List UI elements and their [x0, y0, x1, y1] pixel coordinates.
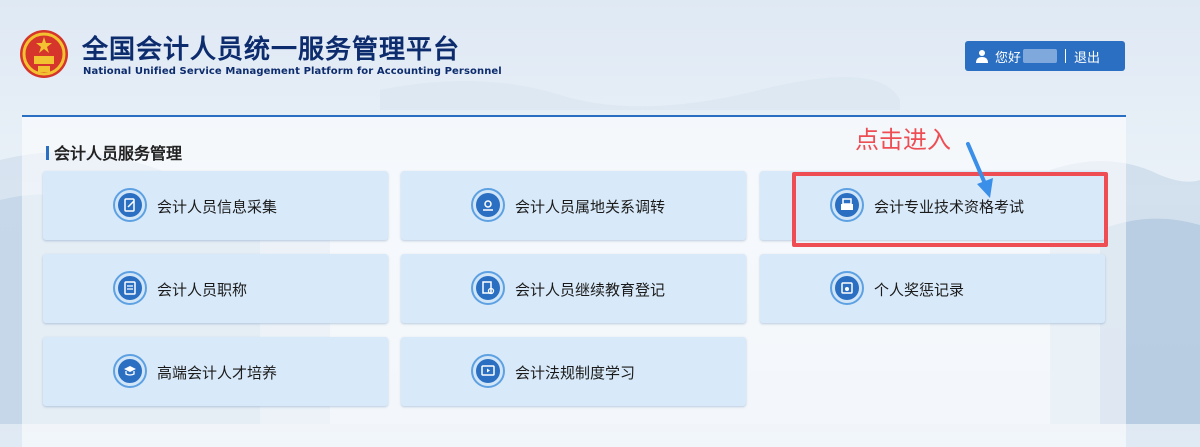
tile-label: 会计人员信息采集 — [157, 198, 278, 216]
tile-professional-title[interactable]: 会计人员职称 — [43, 254, 388, 323]
username-redacted — [1023, 49, 1058, 63]
pointer-arrow-icon — [966, 142, 993, 198]
tile-label: 会计人员职称 — [157, 281, 248, 299]
user-icon — [976, 50, 988, 63]
location-transfer-icon — [471, 188, 505, 222]
tile-label: 高端会计人才培养 — [157, 364, 278, 382]
education-register-icon — [471, 271, 505, 305]
tile-reward-record[interactable]: 个人奖惩记录 — [760, 254, 1105, 323]
user-bar: 您好 退出 — [965, 41, 1125, 71]
greeting-text: 您好 — [995, 50, 1022, 66]
annotation-text: 点击进入 — [855, 126, 951, 154]
document-title-icon — [113, 271, 147, 305]
site-subtitle: National Unified Service Management Plat… — [83, 66, 502, 77]
tile-label: 个人奖惩记录 — [874, 281, 965, 299]
national-emblem-icon — [20, 30, 68, 78]
graduation-cap-icon — [113, 354, 147, 388]
section-title: 会计人员服务管理 — [46, 140, 182, 164]
site-title: 全国会计人员统一服务管理平台 — [82, 35, 461, 65]
logout-link[interactable]: 退出 — [1074, 47, 1100, 66]
tile-label: 会计人员属地关系调转 — [515, 198, 666, 216]
video-play-icon — [471, 354, 505, 388]
divider — [1065, 49, 1067, 63]
tile-regulation-study[interactable]: 会计法规制度学习 — [401, 337, 746, 406]
reward-record-icon — [830, 271, 864, 305]
page-header: 全国会计人员统一服务管理平台 National Unified Service … — [0, 0, 1200, 100]
section-title-bar — [46, 146, 49, 160]
tile-talent-cultivation[interactable]: 高端会计人才培养 — [43, 337, 388, 406]
tile-info-collection[interactable]: 会计人员信息采集 — [43, 171, 388, 240]
edit-form-icon — [113, 188, 147, 222]
tile-location-transfer[interactable]: 会计人员属地关系调转 — [401, 171, 746, 240]
tile-continuing-education[interactable]: 会计人员继续教育登记 — [401, 254, 746, 323]
highlight-box — [792, 172, 1108, 247]
section-title-text: 会计人员服务管理 — [54, 144, 183, 163]
tile-label: 会计人员继续教育登记 — [515, 281, 666, 299]
tile-label: 会计法规制度学习 — [515, 364, 636, 382]
